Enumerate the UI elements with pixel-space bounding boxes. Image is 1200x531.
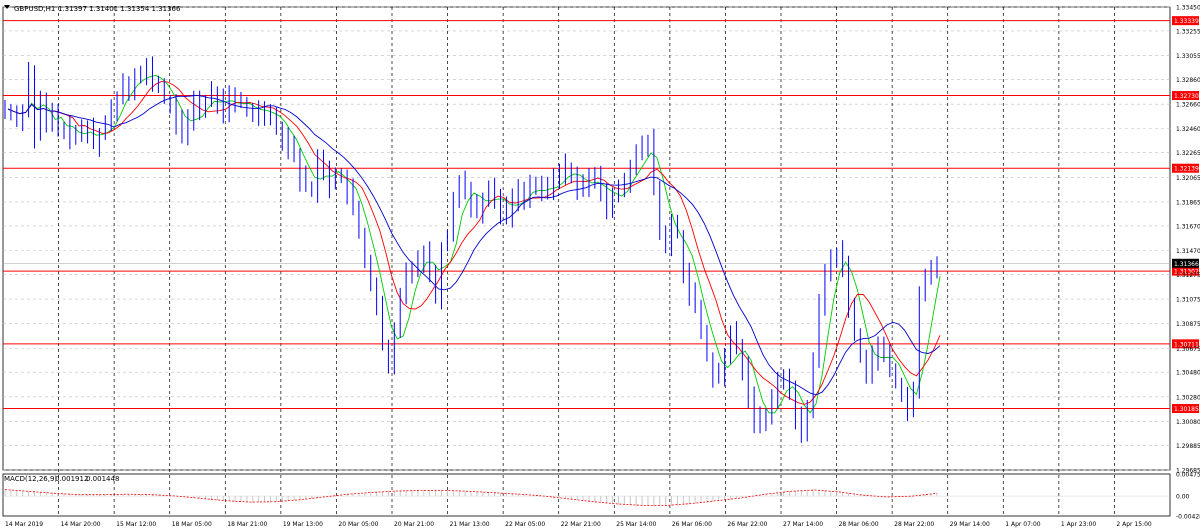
level-label: 1.30185 [1174,406,1199,413]
x-tick-label: 27 Mar 14:00 [783,521,823,528]
y-tick-label: 1.33055 [1176,53,1200,60]
x-tick-label: 20 Mar 05:00 [338,521,378,528]
x-tick-label: 14 Mar 2019 [5,521,43,528]
y-tick-label: 1.31670 [1176,223,1200,230]
x-tick-label: 28 Mar 22:00 [894,521,934,528]
x-tick-label: 14 Mar 20:00 [61,521,101,528]
x-tick-label: 20 Mar 21:00 [394,521,434,528]
ohlc-label: 1.31397 1.31401 1.31354 1.31366 [58,5,181,13]
x-tick-label: 18 Mar 21:00 [227,521,267,528]
x-tick-label: 26 Mar 06:00 [672,521,712,528]
current-price-label: 1.31366 [1174,261,1199,268]
x-tick-label: 25 Mar 14:00 [616,521,656,528]
x-tick-label: 1 Apr 07:00 [1005,521,1040,528]
macd-label: MACD(12,26,9) [4,475,57,483]
y-tick-label: 1.30675 [1176,346,1200,353]
level-label: 1.32730 [1174,93,1199,100]
level-label: 1.32139 [1174,166,1199,173]
symbol-label: GBPUSD,H1 [14,5,55,13]
y-tick-label: 1.33450 [1176,5,1200,12]
price-chart[interactable]: 1.333391.327301.321391.313021.307111.301… [0,0,1200,531]
y-tick-label: 1.31865 [1176,199,1200,206]
y-tick-label: 1.32065 [1176,175,1200,182]
y-tick-label: 1.30280 [1176,394,1200,401]
y-tick-label: 1.32860 [1176,77,1200,84]
chart-header: GBPUSD,H1 1.31397 1.31401 1.31354 1.3136… [4,5,181,13]
x-tick-label: 26 Mar 22:00 [727,521,767,528]
x-tick-label: 19 Mar 13:00 [283,521,323,528]
x-tick-label: 29 Mar 14:00 [950,521,990,528]
x-tick-label: 22 Mar 21:00 [561,521,601,528]
macd-main-value: 0.001912 [55,475,88,483]
y-tick-label: 1.29885 [1176,443,1200,450]
x-tick-label: 18 Mar 05:00 [172,521,212,528]
y-tick-label: 1.33255 [1176,28,1200,35]
x-tick-label: 2 Apr 15:00 [1116,521,1151,528]
level-label: 1.33339 [1174,18,1199,25]
macd-tick-label: 0.00475 [1176,472,1200,479]
y-tick-label: 1.32265 [1176,150,1200,157]
macd-signal-value: 0.001448 [86,475,119,483]
y-tick-label: 1.30875 [1176,321,1200,328]
y-tick-label: 1.32460 [1176,126,1200,133]
x-tick-label: 21 Mar 13:00 [450,521,490,528]
macd-tick-label: -0.00428 [1176,514,1200,521]
y-tick-label: 1.30080 [1176,419,1200,426]
macd-tick-label: 0.00 [1176,494,1190,501]
x-tick-label: 15 Mar 12:00 [116,521,156,528]
x-tick-label: 22 Mar 05:00 [505,521,545,528]
y-tick-label: 1.31470 [1176,248,1200,255]
y-tick-label: 1.32660 [1176,102,1200,109]
y-tick-label: 1.31075 [1176,297,1200,304]
x-tick-label: 28 Mar 06:00 [839,521,879,528]
time-axis: 14 Mar 2019 14 Mar 20:00 15 Mar 12:00 18 Ma… [5,521,1152,528]
x-tick-label: 1 Apr 23:00 [1061,521,1096,528]
y-tick-label: 1.31275 [1176,272,1200,279]
y-tick-label: 1.30480 [1176,370,1200,377]
